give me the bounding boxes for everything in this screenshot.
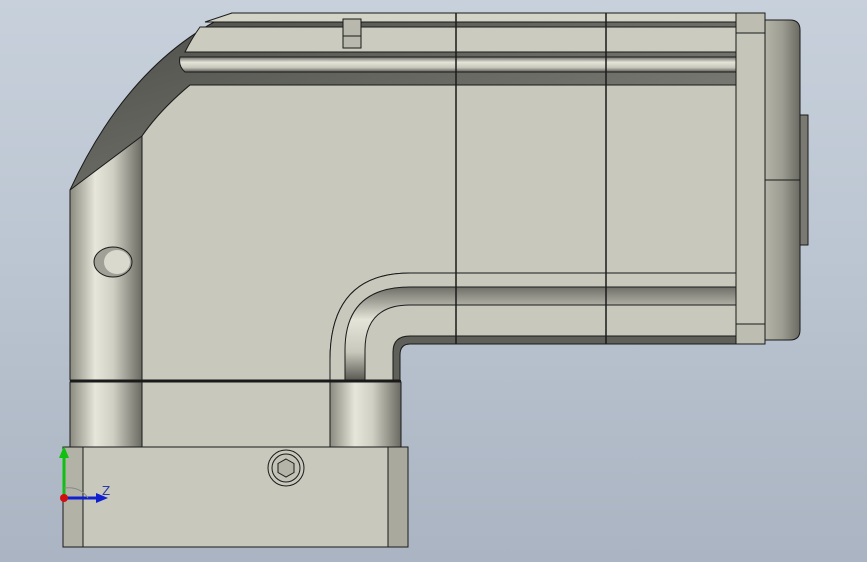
graphics-viewport[interactable]: Z (0, 0, 867, 562)
z-axis-label: Z (102, 484, 111, 498)
axis-triad-icon (59, 446, 108, 503)
input-neck (69, 381, 402, 448)
right-angle-gearbox-model[interactable] (0, 0, 867, 562)
upper-flange (179, 12, 737, 73)
output-flange (764, 19, 809, 341)
lower-channel-bend (329, 272, 737, 381)
hex-socket-icon (277, 458, 295, 478)
reference-triad: Z (52, 442, 122, 512)
